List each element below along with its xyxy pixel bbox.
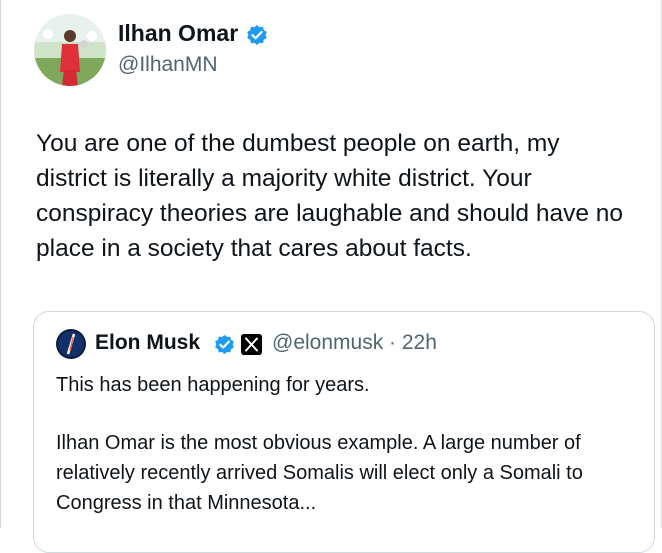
quoted-author-avatar[interactable] xyxy=(56,329,86,359)
quoted-paragraph-1: This has been happening for years. xyxy=(56,374,370,396)
tweet-text: You are one of the dumbest people on ear… xyxy=(36,130,624,262)
author-avatar[interactable] xyxy=(34,14,106,86)
profile-photo-icon xyxy=(34,14,106,86)
x-logo-icon xyxy=(241,334,262,355)
author-handle[interactable]: @IlhanMN xyxy=(118,53,218,77)
verified-badge-icon xyxy=(247,25,267,45)
quoted-author-name[interactable]: Elon Musk xyxy=(95,331,200,355)
quoted-author-handle-time[interactable]: @elonmusk · 22h xyxy=(272,331,437,355)
quoted-paragraph-2: Ilhan Omar is the most obvious example. … xyxy=(56,432,583,514)
profile-photo-icon xyxy=(56,329,86,359)
verified-badge-icon xyxy=(215,334,234,355)
quoted-tweet-text: This has been happening for years. Ilhan… xyxy=(56,370,636,518)
author-name[interactable]: Ilhan Omar xyxy=(118,20,238,47)
